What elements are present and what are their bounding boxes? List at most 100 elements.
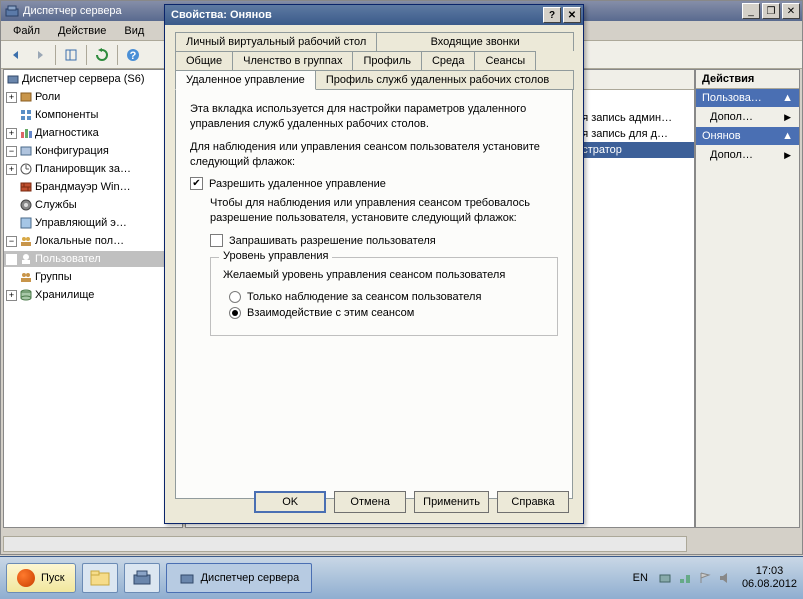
svg-text:?: ? bbox=[130, 50, 137, 62]
actions-title: Действия bbox=[696, 70, 799, 89]
menu-file[interactable]: Файл bbox=[5, 23, 48, 39]
tab-page-remote-control: Эта вкладка используется для настройки п… bbox=[175, 89, 573, 499]
language-indicator[interactable]: EN bbox=[633, 572, 648, 584]
task-icon bbox=[179, 570, 195, 586]
tree-diagnostics[interactable]: Диагностика bbox=[35, 127, 99, 139]
allow-remote-checkbox[interactable]: ✔ Разрешить удаленное управление bbox=[190, 177, 558, 190]
back-button[interactable] bbox=[5, 44, 27, 66]
actions-group-label: Онянов bbox=[702, 130, 741, 142]
tree-components[interactable]: Компоненты bbox=[35, 109, 98, 121]
actions-group-label: Пользова… bbox=[702, 92, 762, 104]
taskbar-server-manager-icon[interactable] bbox=[124, 563, 160, 593]
localusers-icon bbox=[19, 234, 33, 248]
tray-clock[interactable]: 17:03 06.08.2012 bbox=[742, 565, 797, 591]
tree-scheduler[interactable]: Планировщик за… bbox=[35, 163, 131, 175]
tab-rds-profile[interactable]: Профиль служб удаленных рабочих столов bbox=[315, 70, 574, 90]
tabstrip: Личный виртуальный рабочий стол Входящие… bbox=[175, 31, 573, 89]
tree-pane[interactable]: Диспетчер сервера (S6) +Роли Компоненты … bbox=[3, 69, 183, 528]
start-label: Пуск bbox=[41, 572, 65, 584]
tree-firewall[interactable]: Брандмауэр Win… bbox=[35, 181, 131, 193]
clock-date: 06.08.2012 bbox=[742, 578, 797, 591]
actions-group-users[interactable]: Пользова… ▲ bbox=[696, 89, 799, 107]
expand-icon[interactable]: + bbox=[6, 290, 17, 301]
control-level-desc: Желаемый уровень управления сеансом поль… bbox=[223, 268, 545, 283]
chevron-up-icon: ▲ bbox=[782, 130, 793, 142]
taskbar-task-server-manager[interactable]: Диспетчер сервера bbox=[166, 563, 313, 593]
expand-icon[interactable]: + bbox=[6, 128, 17, 139]
expand-icon[interactable]: + bbox=[6, 164, 17, 175]
collapse-icon[interactable]: − bbox=[6, 146, 17, 157]
radio-icon bbox=[229, 291, 241, 303]
expand-icon[interactable]: + bbox=[6, 92, 17, 103]
start-button[interactable]: Пуск bbox=[6, 563, 76, 593]
tray-network-icon[interactable] bbox=[678, 571, 692, 585]
dialog-titlebar[interactable]: Свойства: Онянов ? ✕ bbox=[165, 5, 583, 25]
minimize-button[interactable]: _ bbox=[742, 3, 760, 19]
radio-observe-only[interactable]: Только наблюдение за сеансом пользовател… bbox=[229, 291, 545, 303]
users-icon bbox=[19, 252, 33, 266]
wmi-icon bbox=[19, 216, 33, 230]
help-button[interactable]: ? bbox=[122, 44, 144, 66]
tree-services[interactable]: Службы bbox=[35, 199, 77, 211]
horizontal-scrollbar[interactable] bbox=[3, 536, 687, 552]
tab-personal-virtual-desktop[interactable]: Личный виртуальный рабочий стол bbox=[175, 32, 377, 51]
tab-membership[interactable]: Членство в группах bbox=[232, 51, 353, 70]
dialog-close-button[interactable]: ✕ bbox=[563, 7, 581, 23]
help-button[interactable]: Справка bbox=[497, 491, 569, 513]
tab-sessions[interactable]: Сеансы bbox=[474, 51, 536, 70]
close-button[interactable]: ✕ bbox=[782, 3, 800, 19]
radio-interact[interactable]: Взаимодействие с этим сеансом bbox=[229, 307, 545, 319]
maximize-button[interactable]: ❐ bbox=[762, 3, 780, 19]
tree-config[interactable]: Конфигурация bbox=[35, 145, 109, 157]
show-hide-button[interactable] bbox=[60, 44, 82, 66]
chevron-right-icon: ▶ bbox=[784, 150, 791, 161]
menu-action[interactable]: Действие bbox=[50, 23, 114, 39]
roles-icon bbox=[19, 90, 33, 104]
chevron-up-icon: ▲ bbox=[782, 92, 793, 104]
ask-permission-label: Запрашивать разрешение пользователя bbox=[229, 235, 436, 247]
refresh-button[interactable] bbox=[91, 44, 113, 66]
tree-users[interactable]: Пользовател bbox=[35, 253, 101, 265]
tab-incoming-calls[interactable]: Входящие звонки bbox=[376, 32, 574, 51]
tray-flag-icon[interactable] bbox=[698, 571, 712, 585]
apply-button[interactable]: Применить bbox=[414, 491, 489, 513]
ask-permission-checkbox[interactable]: Запрашивать разрешение пользователя bbox=[210, 234, 558, 247]
services-icon bbox=[19, 198, 33, 212]
checkbox-icon bbox=[210, 234, 223, 247]
tree-groups[interactable]: Группы bbox=[35, 271, 72, 283]
tree-roles[interactable]: Роли bbox=[35, 91, 60, 103]
checkbox-icon: ✔ bbox=[190, 177, 203, 190]
diagnostics-icon bbox=[19, 126, 33, 140]
app-icon bbox=[5, 4, 19, 18]
taskbar-explorer-icon[interactable] bbox=[82, 563, 118, 593]
storage-icon bbox=[19, 288, 33, 302]
app-title: Диспетчер сервера bbox=[23, 5, 122, 17]
tray-icon[interactable] bbox=[658, 571, 672, 585]
tab-environment[interactable]: Среда bbox=[421, 51, 475, 70]
tree-storage[interactable]: Хранилище bbox=[35, 289, 94, 301]
firewall-icon bbox=[19, 180, 33, 194]
tray-sound-icon[interactable] bbox=[718, 571, 732, 585]
tab-profile[interactable]: Профиль bbox=[352, 51, 422, 70]
tree-localusers[interactable]: Локальные пол… bbox=[35, 235, 124, 247]
tab-remote-control[interactable]: Удаленное управление bbox=[175, 70, 316, 90]
config-icon bbox=[19, 144, 33, 158]
tree-wmi[interactable]: Управляющий э… bbox=[35, 217, 127, 229]
collapse-icon[interactable]: − bbox=[6, 236, 17, 247]
forward-button[interactable] bbox=[29, 44, 51, 66]
cancel-button[interactable]: Отмена bbox=[334, 491, 406, 513]
actions-pane: Действия Пользова… ▲ Допол… ▶ Онянов ▲ Д… bbox=[695, 69, 800, 528]
actions-more-label: Допол… bbox=[710, 111, 753, 123]
ok-button[interactable]: OK bbox=[254, 491, 326, 513]
clock-time: 17:03 bbox=[742, 565, 797, 578]
menu-view[interactable]: Вид bbox=[116, 23, 152, 39]
chevron-right-icon: ▶ bbox=[784, 112, 791, 123]
control-level-legend: Уровень управления bbox=[219, 250, 332, 262]
tab-general[interactable]: Общие bbox=[175, 51, 233, 70]
tree-root[interactable]: Диспетчер сервера (S6) bbox=[22, 73, 145, 85]
actions-more[interactable]: Допол… ▶ bbox=[696, 145, 799, 165]
properties-dialog: Свойства: Онянов ? ✕ Личный виртуальный … bbox=[164, 4, 584, 524]
actions-more[interactable]: Допол… ▶ bbox=[696, 107, 799, 127]
actions-group-selection[interactable]: Онянов ▲ bbox=[696, 127, 799, 145]
dialog-help-button[interactable]: ? bbox=[543, 7, 561, 23]
